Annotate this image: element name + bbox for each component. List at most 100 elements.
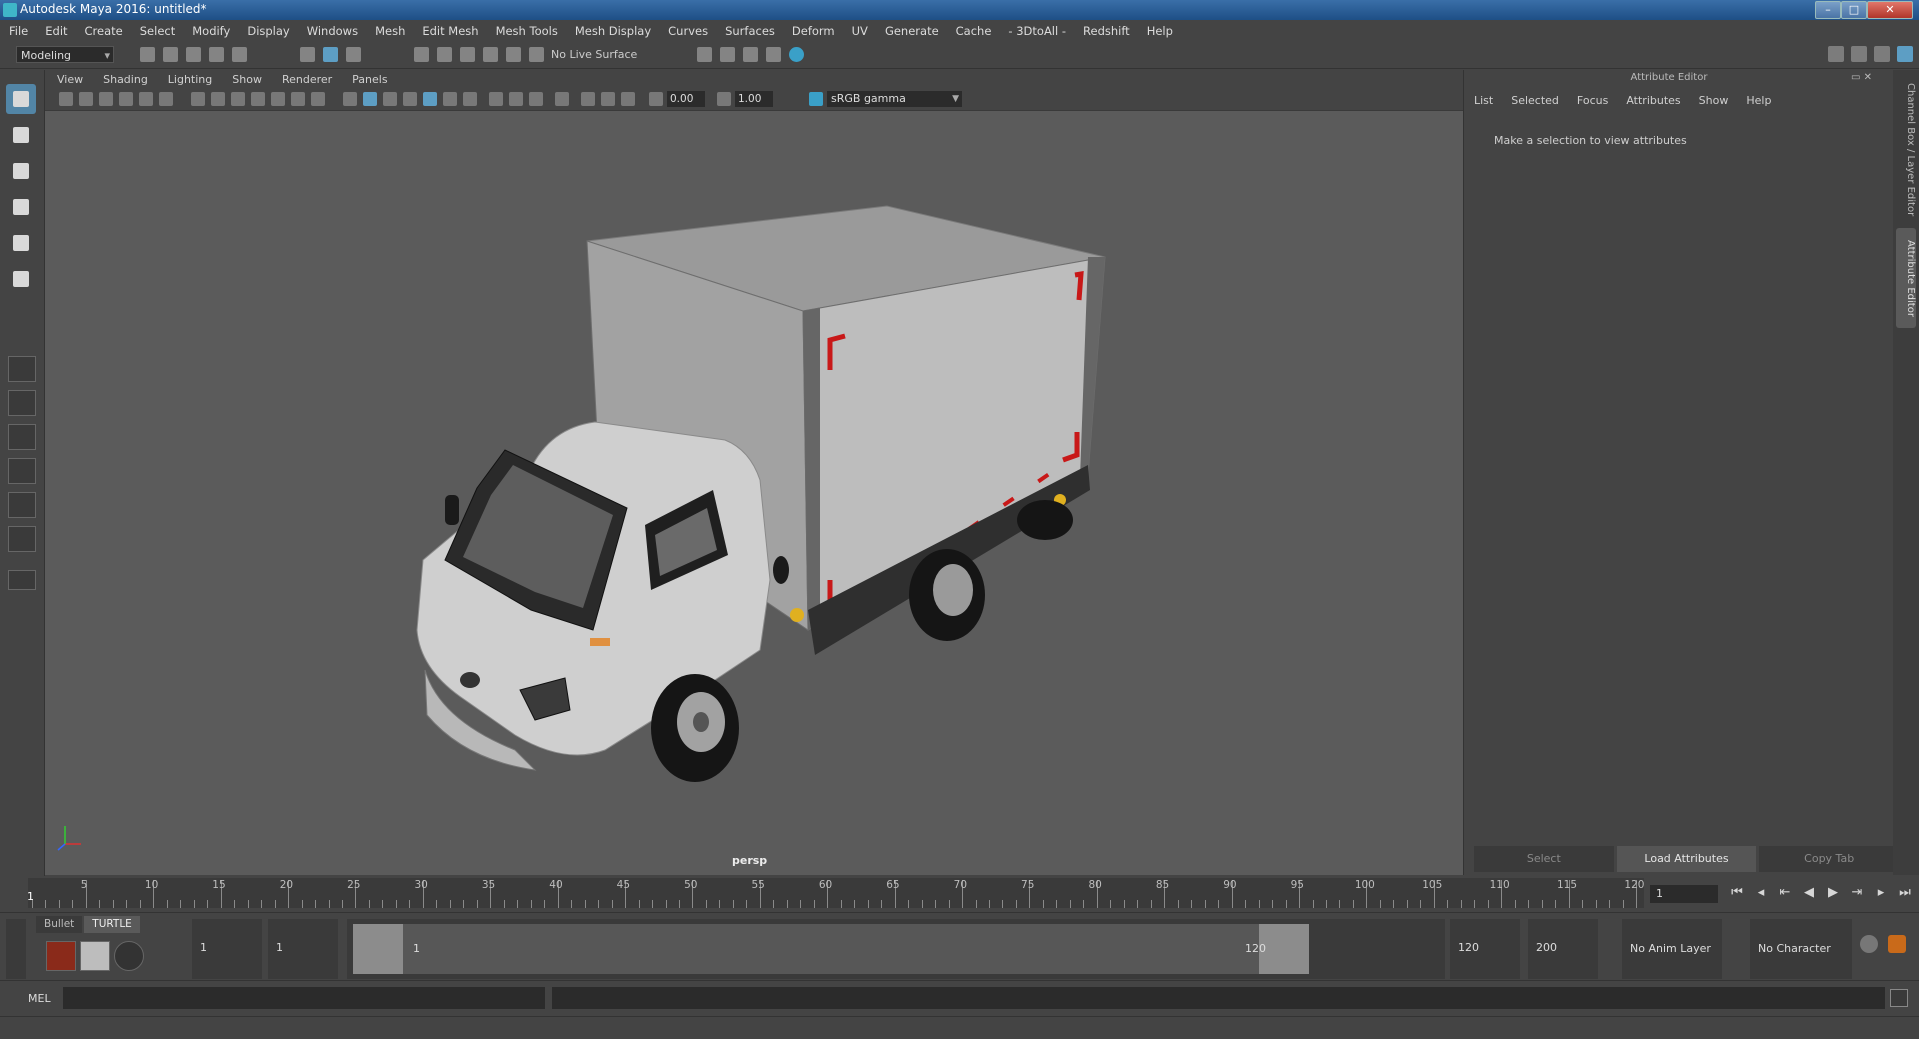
single-perspective-layout[interactable]	[8, 356, 36, 382]
textured-icon[interactable]	[423, 92, 437, 106]
ae-menu-attributes[interactable]: Attributes	[1616, 94, 1688, 112]
menu-cache[interactable]: Cache	[947, 24, 1000, 38]
shelf-tab-bullet[interactable]: Bullet	[36, 916, 83, 933]
minimize-button[interactable]: –	[1815, 1, 1841, 19]
menu-modify[interactable]: Modify	[183, 24, 238, 38]
film-gate-icon[interactable]	[211, 92, 225, 106]
hypershade-layout[interactable]	[8, 526, 36, 552]
menu-uv[interactable]: UV	[843, 24, 876, 38]
redo-icon[interactable]	[232, 47, 247, 62]
open-scene-icon[interactable]	[163, 47, 178, 62]
rotate-tool[interactable]	[6, 228, 36, 258]
ae-menu-help[interactable]: Help	[1736, 94, 1779, 112]
end-time-field[interactable]: 200	[1528, 919, 1598, 979]
menu-deform[interactable]: Deform	[783, 24, 843, 38]
menu-edit[interactable]: Edit	[36, 24, 75, 38]
menu-mesh[interactable]: Mesh	[366, 24, 413, 38]
snap-point-icon[interactable]	[460, 47, 475, 62]
auto-key-icon[interactable]	[1860, 935, 1878, 953]
range-start-cap[interactable]	[353, 924, 403, 974]
panel-float-close-icons[interactable]: ▭ ✕	[1851, 72, 1872, 83]
close-button[interactable]: ✕	[1867, 1, 1913, 19]
render-settings-icon[interactable]	[697, 47, 712, 62]
motion-blur-icon[interactable]	[509, 92, 523, 106]
render-frame-icon[interactable]	[720, 47, 735, 62]
four-view-layout[interactable]	[8, 390, 36, 416]
select-object-icon[interactable]	[323, 47, 338, 62]
exposure-icon[interactable]	[649, 92, 663, 106]
paint-select-tool[interactable]	[6, 156, 36, 186]
anim-layer-dropdown[interactable]: No Anim Layer	[1622, 919, 1722, 979]
bookmark-icon[interactable]	[99, 92, 113, 106]
xray-icon[interactable]	[581, 92, 595, 106]
wireframe-icon[interactable]	[343, 92, 357, 106]
select-hierarchy-icon[interactable]	[300, 47, 315, 62]
view-transform-dropdown[interactable]: sRGB gamma ▼	[827, 91, 962, 107]
select-tool[interactable]	[6, 84, 36, 114]
play-backwards-icon[interactable]: ◀	[1802, 886, 1816, 900]
menu-redshift[interactable]: Redshift	[1074, 24, 1138, 38]
camera-attributes-icon[interactable]	[79, 92, 93, 106]
menu-help[interactable]: Help	[1138, 24, 1181, 38]
snap-view-plane-icon[interactable]	[483, 47, 498, 62]
wireframe-on-shaded-icon[interactable]	[403, 92, 417, 106]
use-all-lights-icon[interactable]	[443, 92, 457, 106]
current-frame-field[interactable]: 1	[1650, 885, 1718, 903]
step-forward-key-icon[interactable]: ⇥	[1850, 886, 1864, 900]
animation-preferences-icon[interactable]	[1888, 935, 1906, 953]
scene-truck-model[interactable]	[45, 110, 1463, 875]
copy-tab-button[interactable]: Copy Tab	[1759, 846, 1900, 872]
shelf-tab-turtle[interactable]: TURTLE	[84, 916, 140, 933]
camera-icon[interactable]	[59, 92, 73, 106]
modeling-toolkit-icon[interactable]	[1828, 46, 1844, 62]
smooth-shade-icon[interactable]	[363, 92, 377, 106]
panel-menu-lighting[interactable]: Lighting	[156, 73, 220, 86]
menu-generate[interactable]: Generate	[876, 24, 947, 38]
ae-menu-selected[interactable]: Selected	[1501, 94, 1567, 112]
panel-menu-show[interactable]: Show	[220, 73, 270, 86]
outliner-layout[interactable]	[8, 492, 36, 518]
menu-create[interactable]: Create	[76, 24, 131, 38]
safe-title-icon[interactable]	[311, 92, 325, 106]
perspective-viewport[interactable]: View Shading Lighting Show Renderer Pane…	[45, 70, 1463, 875]
gamma-icon[interactable]	[717, 92, 731, 106]
playback-end-field[interactable]: 120	[1450, 919, 1520, 979]
start-time-field[interactable]: 1	[192, 919, 262, 979]
select-component-icon[interactable]	[346, 47, 361, 62]
maximize-button[interactable]: □	[1841, 1, 1867, 19]
ae-menu-list[interactable]: List	[1464, 94, 1501, 112]
grease-pencil-icon[interactable]	[159, 92, 173, 106]
exposure-field[interactable]: 0.00	[667, 91, 705, 107]
lasso-tool[interactable]	[6, 120, 36, 150]
go-to-end-icon[interactable]: ⏭	[1898, 886, 1912, 900]
two-d-pan-zoom-icon[interactable]	[139, 92, 153, 106]
panel-menu-view[interactable]: View	[45, 73, 91, 86]
channel-box-toggle-icon[interactable]	[1897, 46, 1913, 62]
default-material-icon[interactable]	[383, 92, 397, 106]
menu-windows[interactable]: Windows	[298, 24, 366, 38]
range-slider-handle[interactable]: 1 120	[353, 924, 1309, 974]
custom-layout[interactable]	[8, 570, 36, 590]
scale-tool[interactable]	[6, 264, 36, 294]
select-button[interactable]: Select	[1474, 846, 1614, 872]
grid-icon[interactable]	[191, 92, 205, 106]
character-set-dropdown[interactable]: No Character Set	[1750, 919, 1852, 1015]
gamma-field[interactable]: 1.00	[735, 91, 773, 107]
save-scene-icon[interactable]	[186, 47, 201, 62]
attribute-editor-tab[interactable]: Attribute Editor	[1896, 228, 1916, 328]
undo-icon[interactable]	[209, 47, 224, 62]
playback-start-field[interactable]: 1	[268, 919, 338, 979]
step-back-key-icon[interactable]: ⇤	[1778, 886, 1792, 900]
play-forwards-icon[interactable]: ▶	[1826, 886, 1840, 900]
safe-action-icon[interactable]	[291, 92, 305, 106]
menu-3dtoall[interactable]: - 3DtoAll -	[999, 24, 1074, 38]
tool-settings-icon[interactable]	[1874, 46, 1890, 62]
shadows-icon[interactable]	[463, 92, 477, 106]
channel-box-tab[interactable]: Channel Box / Layer Editor	[1896, 82, 1916, 217]
ae-menu-show[interactable]: Show	[1689, 94, 1737, 112]
menu-display[interactable]: Display	[238, 24, 297, 38]
panel-menu-shading[interactable]: Shading	[91, 73, 156, 86]
menu-select[interactable]: Select	[131, 24, 183, 38]
panel-menu-renderer[interactable]: Renderer	[270, 73, 340, 86]
time-slider[interactable]: 5 10 15 20 25 30 35 40 45 50 55 60 65 70 75 80 85 90 95 100…	[0, 876, 1919, 912]
